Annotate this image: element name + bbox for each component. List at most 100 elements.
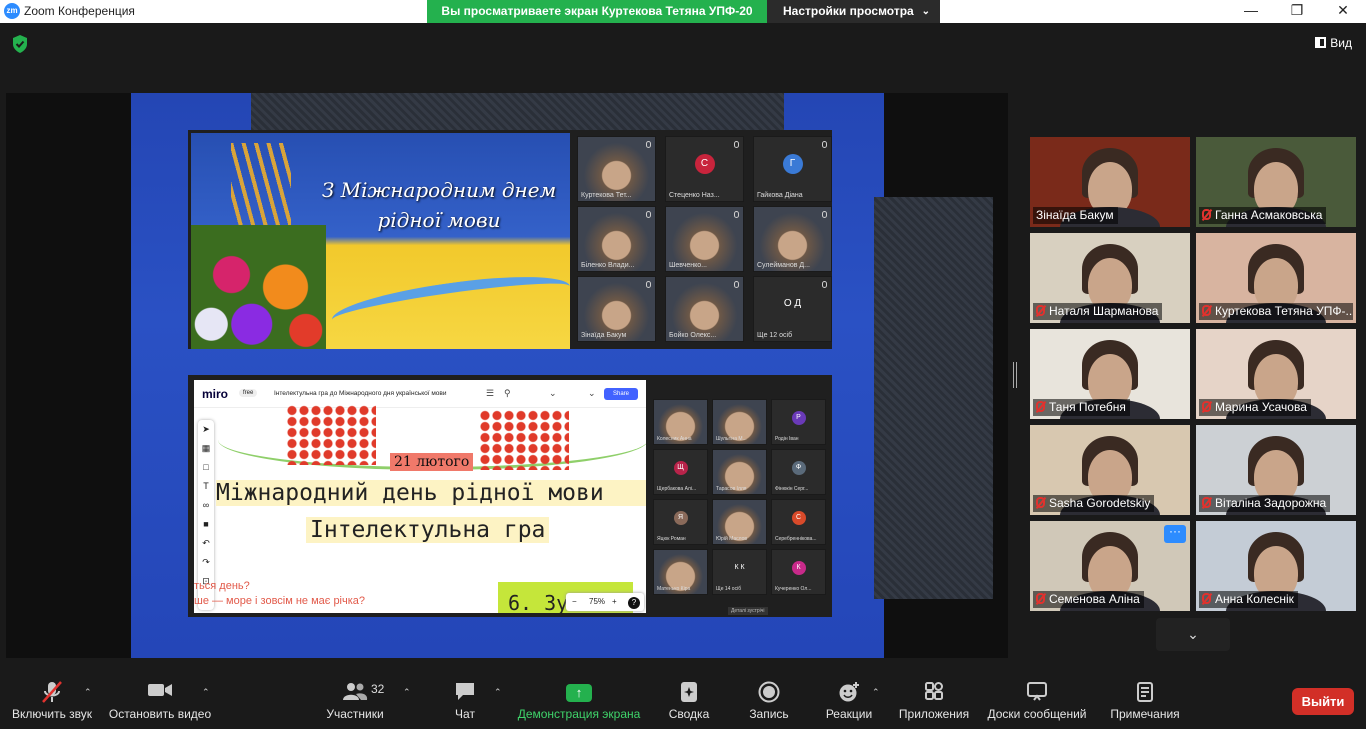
more-options-button[interactable]: ··· bbox=[1164, 525, 1186, 543]
participant-avatar: С bbox=[694, 153, 715, 174]
miro-participant-tile: К К Ще 14 осіб bbox=[712, 549, 767, 595]
reactions-button[interactable]: Реакции bbox=[822, 665, 876, 729]
miro-participant-tile: Щ Щербакова Алі... bbox=[653, 449, 708, 495]
audio-options-caret[interactable]: ⌃ bbox=[84, 687, 92, 698]
participants-button[interactable]: Участники bbox=[318, 665, 392, 729]
view-button[interactable]: Вид bbox=[1315, 36, 1352, 50]
video-options-caret[interactable]: ⌃ bbox=[202, 687, 210, 698]
inner-participant-tile: Г Гайкова Діана bbox=[753, 136, 832, 202]
participant-name-label: Анна Колеснік bbox=[1199, 591, 1298, 608]
participant-video-tile[interactable]: Зінаїда Бакум bbox=[1030, 137, 1190, 227]
participant-video-tile[interactable]: Таня Потебня bbox=[1030, 329, 1190, 419]
share-screen-label: Демонстрация экрана bbox=[517, 707, 641, 721]
shield-icon[interactable] bbox=[11, 34, 29, 54]
participant-name: Зінаїда Бакум bbox=[581, 332, 627, 339]
participant-avatar: К К bbox=[734, 564, 745, 572]
microphone-icon bbox=[646, 141, 651, 148]
participant-name: Матенько Кіра bbox=[657, 586, 691, 592]
reactions-icon bbox=[822, 681, 876, 702]
inner-participant-tile: Куртекова Тет... bbox=[577, 136, 656, 202]
stop-video-button[interactable]: Остановить видео bbox=[106, 665, 214, 729]
reactions-options-caret[interactable]: ⌃ bbox=[872, 687, 880, 698]
video-camera-icon bbox=[106, 681, 214, 701]
whiteboards-button[interactable]: Доски сообщений bbox=[982, 665, 1092, 729]
participant-video-tile[interactable]: ··· Семенова Аліна bbox=[1030, 521, 1190, 611]
meeting-toolbar: Включить звук ⌃ Остановить видео ⌃ Участ… bbox=[0, 665, 1366, 729]
participant-video-tile[interactable]: Анна Колеснік bbox=[1196, 521, 1356, 611]
participant-name-label: Куртекова Тетяна УПФ-... bbox=[1199, 303, 1353, 320]
participant-video-tile[interactable]: Наталя Шарманова bbox=[1030, 233, 1190, 323]
zoom-in-icon: + bbox=[612, 597, 617, 606]
summary-label: Сводка bbox=[668, 707, 710, 721]
zoom-out-icon: − bbox=[572, 597, 577, 606]
summary-button[interactable]: Сводка bbox=[664, 665, 714, 729]
miro-participant-tile: Тарасов Ілля bbox=[712, 449, 767, 495]
title-bar: zm Zoom Конференция Вы просматриваете эк… bbox=[0, 0, 1366, 23]
minimize-button[interactable]: — bbox=[1228, 0, 1274, 23]
participant-name: Куртекова Тет... bbox=[581, 192, 632, 199]
miro-participant-tile: Колесник Анна bbox=[653, 399, 708, 445]
chat-button[interactable]: Чат bbox=[440, 665, 490, 729]
restore-button[interactable]: ❐ bbox=[1274, 0, 1320, 23]
participant-avatar: Щ bbox=[673, 461, 688, 476]
microphone-icon bbox=[734, 141, 739, 148]
participant-video-tile[interactable]: Sasha Gorodetskiy bbox=[1030, 425, 1190, 515]
participant-video-tile[interactable]: Марина Усачова bbox=[1196, 329, 1356, 419]
miro-participant-tile: Шульгіна М... bbox=[712, 399, 767, 445]
participant-gallery: Зінаїда Бакум Ганна Асмаковська Наталя Шар… bbox=[1030, 137, 1360, 613]
participant-name: Біленко Влади... bbox=[581, 262, 635, 269]
plus-icon: ■ bbox=[203, 519, 209, 529]
holiday-banner: З Міжнародним днем рідної мови bbox=[191, 133, 570, 349]
chevron-down-icon: ⌄ bbox=[588, 388, 596, 398]
muted-microphone-icon bbox=[1036, 593, 1045, 604]
participant-name: Щербакова Алі... bbox=[657, 486, 697, 492]
miro-question-text: ше — море і зовсім не має річка? bbox=[194, 595, 366, 607]
miro-participant-tile: Р Родін Іван bbox=[771, 399, 826, 445]
participant-name: Марина Усачова bbox=[1215, 400, 1307, 414]
summary-icon bbox=[664, 681, 714, 702]
inner-participant-tile: Біленко Влади... bbox=[577, 206, 656, 272]
participant-name: Родін Іван bbox=[775, 436, 799, 442]
muted-microphone-icon bbox=[1036, 401, 1045, 412]
participant-name: Шевченко... bbox=[669, 262, 707, 269]
hatch-top bbox=[251, 93, 784, 131]
miro-participant-tile: Я Яцюк Роман bbox=[653, 499, 708, 545]
microphone-icon bbox=[822, 211, 827, 218]
participant-video-tile[interactable]: Куртекова Тетяна УПФ-... bbox=[1196, 233, 1356, 323]
microphone-icon bbox=[646, 281, 651, 288]
microphone-icon bbox=[734, 211, 739, 218]
muted-microphone-icon bbox=[1202, 305, 1211, 316]
participant-name: Сулейманов Д... bbox=[757, 262, 810, 269]
text-icon: T bbox=[203, 481, 209, 491]
inner-participant-tile: О Д Ще 12 осіб bbox=[753, 276, 832, 342]
menu-icon: ☰ bbox=[486, 388, 495, 398]
share-screen-button[interactable]: ↑ Демонстрация экрана bbox=[512, 665, 646, 729]
unmute-label: Включить звук bbox=[11, 707, 93, 721]
participant-name: Шульгіна М... bbox=[716, 436, 747, 442]
berries-decoration bbox=[479, 410, 569, 470]
participant-name: Бойко Олекс... bbox=[669, 332, 717, 339]
apps-icon bbox=[896, 681, 972, 701]
participants-options-caret[interactable]: ⌃ bbox=[403, 687, 411, 698]
participant-video-tile[interactable]: Ганна Асмаковська bbox=[1196, 137, 1356, 227]
panel-splitter[interactable] bbox=[1013, 362, 1017, 388]
view-settings-button[interactable]: Настройки просмотра ⌄ bbox=[767, 0, 940, 23]
participants-count: 32 bbox=[371, 682, 385, 696]
notes-button[interactable]: Примечания bbox=[1106, 665, 1184, 729]
shared-slide: З Міжнародним днем рідної мови Куртекова… bbox=[131, 93, 884, 658]
inner-participant-tile: С Стеценко Наз... bbox=[665, 136, 744, 202]
leave-meeting-button[interactable]: Выйти bbox=[1292, 688, 1354, 715]
participant-video-tile[interactable]: Віталіна Задорожна bbox=[1196, 425, 1356, 515]
muted-microphone-icon bbox=[1036, 305, 1045, 316]
record-button[interactable]: Запись bbox=[744, 665, 794, 729]
gallery-next-page-button[interactable]: ⌄ bbox=[1156, 618, 1230, 651]
chevron-down-icon: ⌄ bbox=[921, 6, 930, 17]
participant-avatar: О Д bbox=[783, 297, 802, 309]
apps-button[interactable]: Приложения bbox=[896, 665, 972, 729]
close-button[interactable]: ✕ bbox=[1320, 0, 1366, 23]
chat-options-caret[interactable]: ⌃ bbox=[494, 687, 502, 698]
miro-logo: miro bbox=[202, 387, 229, 401]
muted-microphone-icon bbox=[1202, 401, 1211, 412]
participant-name-label: Марина Усачова bbox=[1199, 399, 1311, 416]
participant-name: Ще 14 осіб bbox=[716, 586, 742, 592]
